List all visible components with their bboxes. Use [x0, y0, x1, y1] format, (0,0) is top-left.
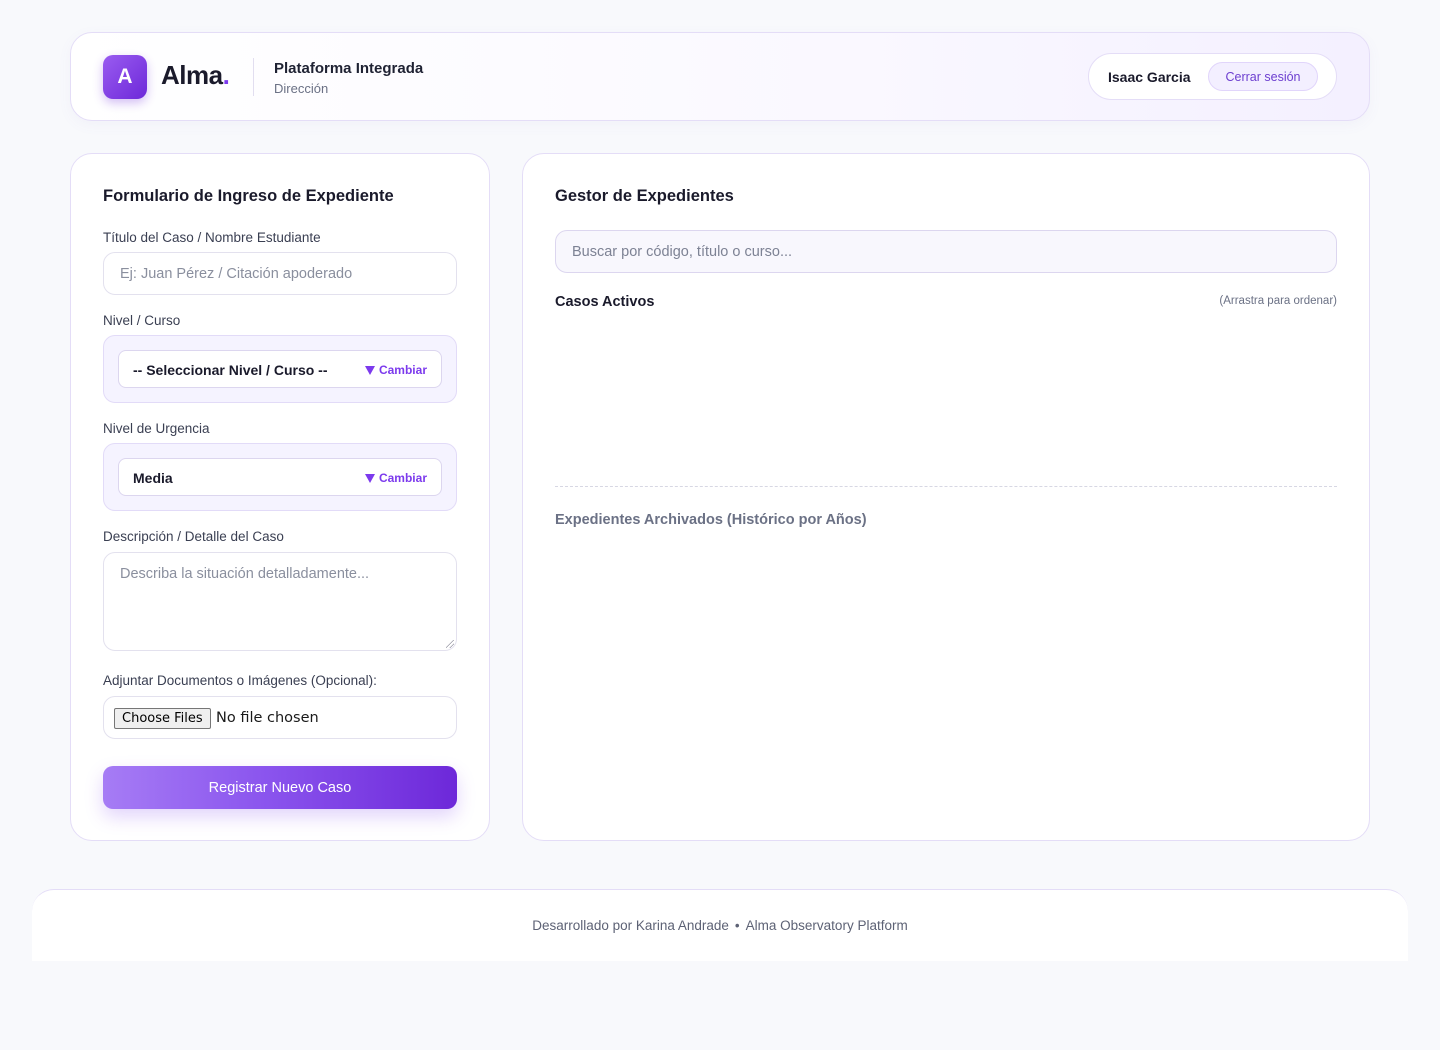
manager-title: Gestor de Expedientes [555, 187, 734, 205]
urgency-change-label: Cambiar [378, 471, 427, 485]
level-label: Nivel / Curso [103, 313, 181, 328]
urgency-label: Nivel de Urgencia [103, 421, 210, 436]
footer-separator: • [734, 918, 740, 933]
file-input[interactable]: Choose Files No file chosen [103, 696, 457, 739]
urgency-select-value: Media [133, 470, 173, 486]
header-divider [253, 58, 254, 96]
brand-name: Alma. [161, 60, 230, 91]
file-status: No file chosen [216, 710, 319, 726]
case-manager-card: Gestor de Expedientes Buscar por código,… [522, 153, 1370, 841]
urgency-select-wrapper: Media Cambiar [103, 443, 457, 511]
level-change-button[interactable]: Cambiar [364, 363, 427, 377]
platform-title: Plataforma Integrada [274, 60, 424, 77]
section-divider [555, 486, 1337, 487]
user-pill: Isaac Garcia Cerrar sesión [1088, 53, 1337, 100]
chevron-down-icon [364, 365, 375, 375]
logout-button[interactable]: Cerrar sesión [1208, 62, 1318, 91]
logo-icon: A [103, 55, 147, 99]
choose-files-button[interactable]: Choose Files [114, 708, 211, 729]
search-input[interactable]: Buscar por código, título o curso... [555, 230, 1337, 273]
platform-subtitle: Dirección [274, 81, 329, 96]
level-select-wrapper: -- Seleccionar Nivel / Curso -- Cambiar [103, 335, 457, 403]
chevron-down-icon [364, 473, 375, 483]
level-select-value: -- Seleccionar Nivel / Curso -- [133, 362, 328, 378]
page-footer: Desarrollado por Karina Andrade • Alma O… [32, 889, 1408, 961]
level-select[interactable]: -- Seleccionar Nivel / Curso -- Cambiar [118, 350, 442, 388]
user-name: Isaac Garcia [1108, 69, 1191, 85]
archived-cases-title: Expedientes Archivados (Histórico por Añ… [555, 512, 867, 528]
brand-dot: . [222, 60, 230, 90]
description-placeholder: Describa la situación detalladamente... [120, 566, 370, 582]
footer-platform: Alma Observatory Platform [745, 918, 908, 933]
app-header: A Alma. Plataforma Integrada Dirección I… [70, 32, 1370, 121]
resize-grip-icon[interactable] [446, 640, 454, 648]
attach-label: Adjuntar Documentos o Imágenes (Opcional… [103, 673, 377, 688]
description-label: Descripción / Detalle del Caso [103, 529, 284, 544]
brand-text: Alma [161, 60, 223, 90]
description-textarea[interactable]: Describa la situación detalladamente... [103, 552, 457, 651]
footer-developer: Desarrollado por Karina Andrade [532, 918, 729, 933]
level-change-label: Cambiar [378, 363, 427, 377]
register-case-button[interactable]: Registrar Nuevo Caso [103, 766, 457, 809]
active-cases-title: Casos Activos [555, 294, 655, 310]
urgency-change-button[interactable]: Cambiar [364, 471, 427, 485]
drag-hint: (Arrastra para ordenar) [1219, 295, 1337, 307]
urgency-select[interactable]: Media Cambiar [118, 458, 442, 496]
case-form-card: Formulario de Ingreso de Expediente Títu… [70, 153, 490, 841]
case-title-input[interactable]: Ej: Juan Pérez / Citación apoderado [103, 252, 457, 295]
form-title: Formulario de Ingreso de Expediente [103, 187, 394, 205]
case-title-label: Título del Caso / Nombre Estudiante [103, 230, 321, 245]
